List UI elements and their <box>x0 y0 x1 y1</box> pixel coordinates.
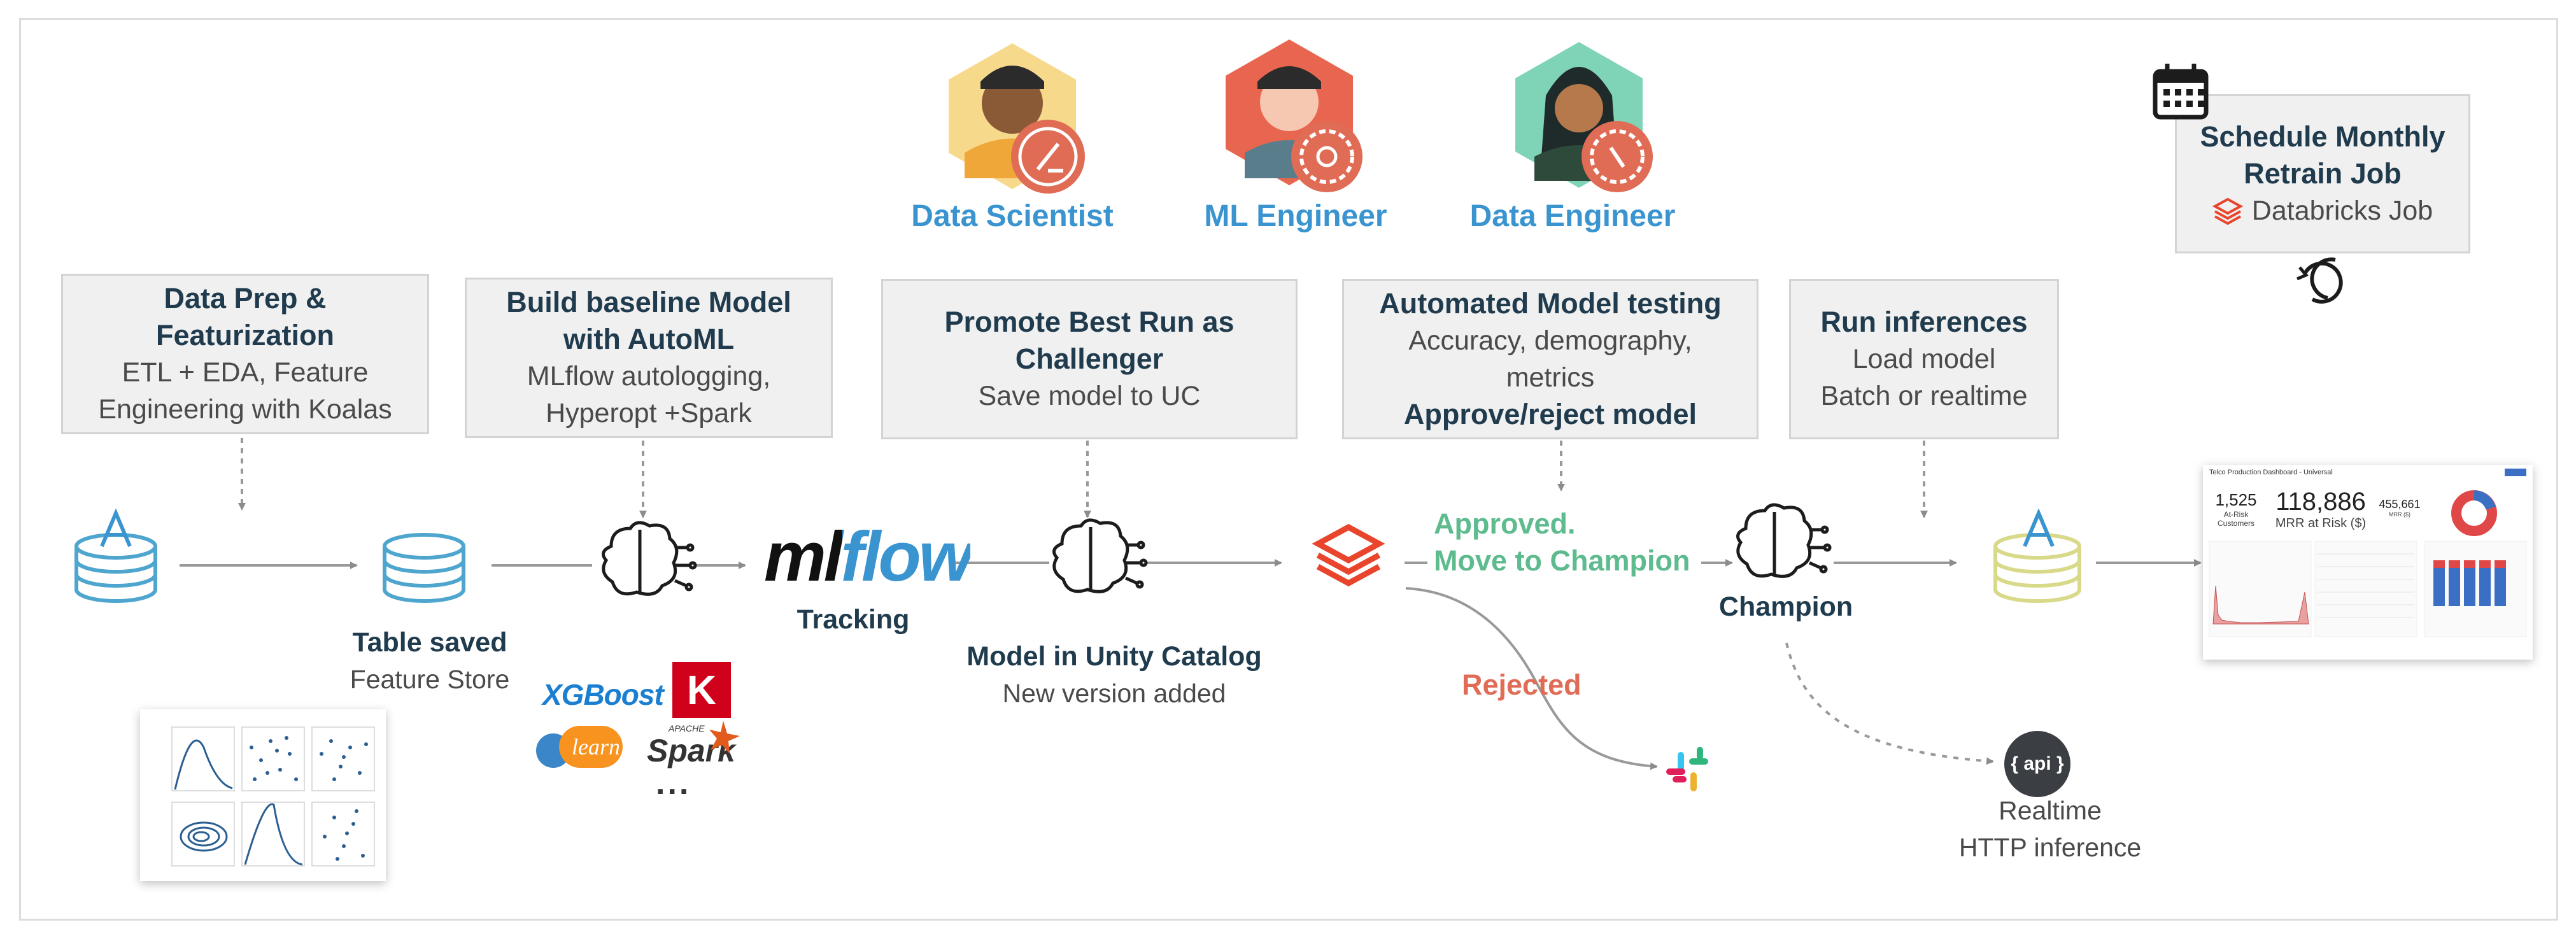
eda-plot-graphic <box>171 726 375 867</box>
sklearn-logo: learn <box>536 726 625 770</box>
xgboost-logo: XGBoost <box>542 678 664 711</box>
spark-star-icon <box>709 721 740 754</box>
dashboard-charts <box>2209 490 2527 637</box>
keras-letter: K <box>686 667 717 713</box>
more-libraries: ... <box>656 765 691 802</box>
sklearn-text: learn <box>572 734 620 760</box>
slack-icon <box>1666 747 1708 791</box>
keras-logo: K <box>672 662 731 718</box>
dashboard-thumbnail: Telco Production Dashboard - Universal 1… <box>2203 465 2533 660</box>
eda-plot-thumbnail <box>140 709 386 881</box>
